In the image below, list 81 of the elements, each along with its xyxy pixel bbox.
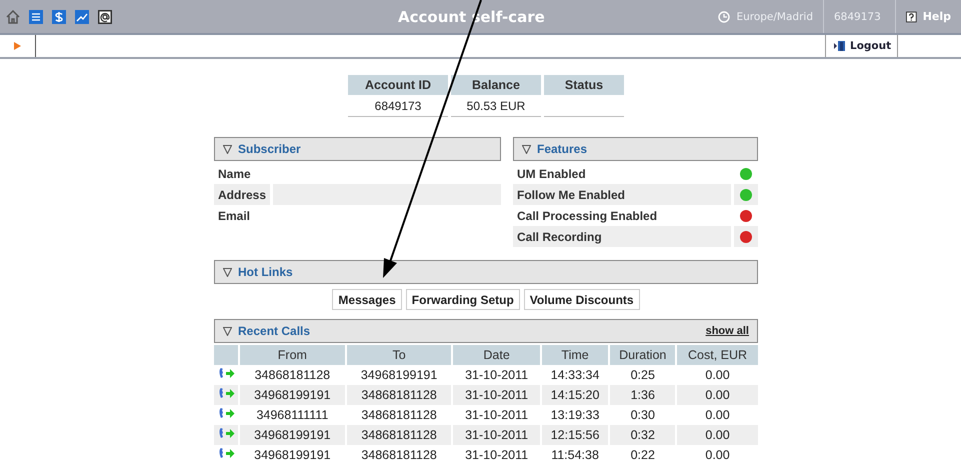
panel-title: Features <box>537 142 588 156</box>
panel-title: Subscriber <box>238 142 301 156</box>
table-cell: 12:15:56 <box>542 425 608 445</box>
account-number: 6849173 <box>834 10 881 22</box>
column-header: Time <box>542 345 608 365</box>
email-icon[interactable] <box>98 10 112 24</box>
table-cell: 31-10-2011 <box>453 425 540 445</box>
feature-label: Call Recording <box>513 226 731 247</box>
table-cell: 34968199191 <box>240 385 345 405</box>
table-cell-text: 31-10-2011 <box>464 407 530 424</box>
hot-link-button[interactable]: Volume Discounts <box>524 289 640 310</box>
table-cell-text: 34868181128 <box>360 447 438 464</box>
table-cell: 34868181128 <box>346 425 452 445</box>
column-header: Balance <box>451 75 541 95</box>
column-header: Status <box>544 75 624 95</box>
panel-header[interactable]: Subscriber <box>214 137 501 161</box>
field-label: Address <box>214 184 270 205</box>
list-icon[interactable] <box>29 10 43 24</box>
panel-header[interactable]: Features <box>513 137 758 161</box>
clock-icon <box>718 10 730 22</box>
phone-arrow-icon <box>218 367 234 380</box>
hot-link-button[interactable]: Messages <box>332 289 402 310</box>
home-icon[interactable] <box>6 10 20 24</box>
table-cell: 34868181128 <box>346 385 452 405</box>
table-cell: 0.00 <box>677 385 758 405</box>
triangle-icon <box>223 268 232 276</box>
feature-label: UM Enabled <box>516 166 587 182</box>
table-cell: 0:32 <box>610 425 676 445</box>
play-icon[interactable] <box>14 42 21 50</box>
table-cell-text: 0.00 <box>704 367 731 384</box>
column-header: From <box>240 345 345 365</box>
logout-button[interactable]: Logout <box>825 35 898 57</box>
triangle-icon <box>223 144 232 154</box>
column-header: Account ID <box>348 75 448 95</box>
panel-title: Hot Links <box>238 265 293 279</box>
show-all-link[interactable]: show all <box>706 325 749 337</box>
table-cell-text: 0:30 <box>630 407 656 424</box>
phone-arrow-icon <box>218 407 234 420</box>
table-cell: 31-10-2011 <box>453 385 540 405</box>
table-cell: 34968199191 <box>240 425 345 445</box>
hot-link-button[interactable]: Forwarding Setup <box>406 289 520 310</box>
table-cell-text: 0.00 <box>704 407 731 424</box>
table-cell-text: 34968111111 <box>255 407 330 424</box>
table-cell: 1:36 <box>610 385 676 405</box>
table-cell-text: 34968199191 <box>360 367 438 384</box>
field-label: Email <box>217 208 252 224</box>
chart-icon[interactable] <box>75 10 89 24</box>
table-cell-text: 34868181128 <box>254 367 332 384</box>
table-cell-text: 14:33:34 <box>550 367 600 384</box>
column-header: Date <box>453 345 540 365</box>
help-icon[interactable] <box>906 10 917 22</box>
table-cell-text: 34968199191 <box>253 447 332 464</box>
table-cell-text: 31-10-2011 <box>464 367 530 384</box>
column-header: To <box>346 345 452 365</box>
summary-value: 50.53 EUR <box>451 95 541 117</box>
field-label: Name <box>217 166 252 182</box>
table-cell-text: 31-10-2011 <box>464 447 530 464</box>
table-cell: 14:15:20 <box>542 385 608 405</box>
feature-label: Follow Me Enabled <box>513 184 731 205</box>
table-cell-text: 0:25 <box>630 367 656 384</box>
triangle-icon <box>223 326 232 336</box>
column-header: Duration <box>610 345 676 365</box>
panel-header[interactable]: Hot Links <box>214 260 758 284</box>
panel-header[interactable]: Recent Calls show all <box>214 319 758 343</box>
table-cell-text: 11:54:38 <box>550 447 600 464</box>
table-cell-text: 13:19:33 <box>550 407 600 424</box>
phone-arrow-icon <box>218 387 234 400</box>
summary-value: 6849173 <box>348 95 448 117</box>
column-header: Cost, EUR <box>677 345 758 365</box>
triangle-icon <box>522 144 531 154</box>
phone-arrow-icon <box>218 447 234 460</box>
phone-arrow-icon <box>218 427 234 440</box>
dollar-icon[interactable] <box>52 10 66 24</box>
table-cell-text: 34868181128 <box>360 407 438 424</box>
table-cell-text: 0.00 <box>704 447 731 464</box>
panel-title: Recent Calls <box>238 324 310 338</box>
door-icon <box>834 40 846 52</box>
timezone-label: Europe/Madrid <box>736 10 813 22</box>
table-cell: 0.00 <box>677 425 758 445</box>
feature-label: Call Processing Enabled <box>516 208 658 224</box>
table-cell-text: 0:22 <box>630 447 656 464</box>
